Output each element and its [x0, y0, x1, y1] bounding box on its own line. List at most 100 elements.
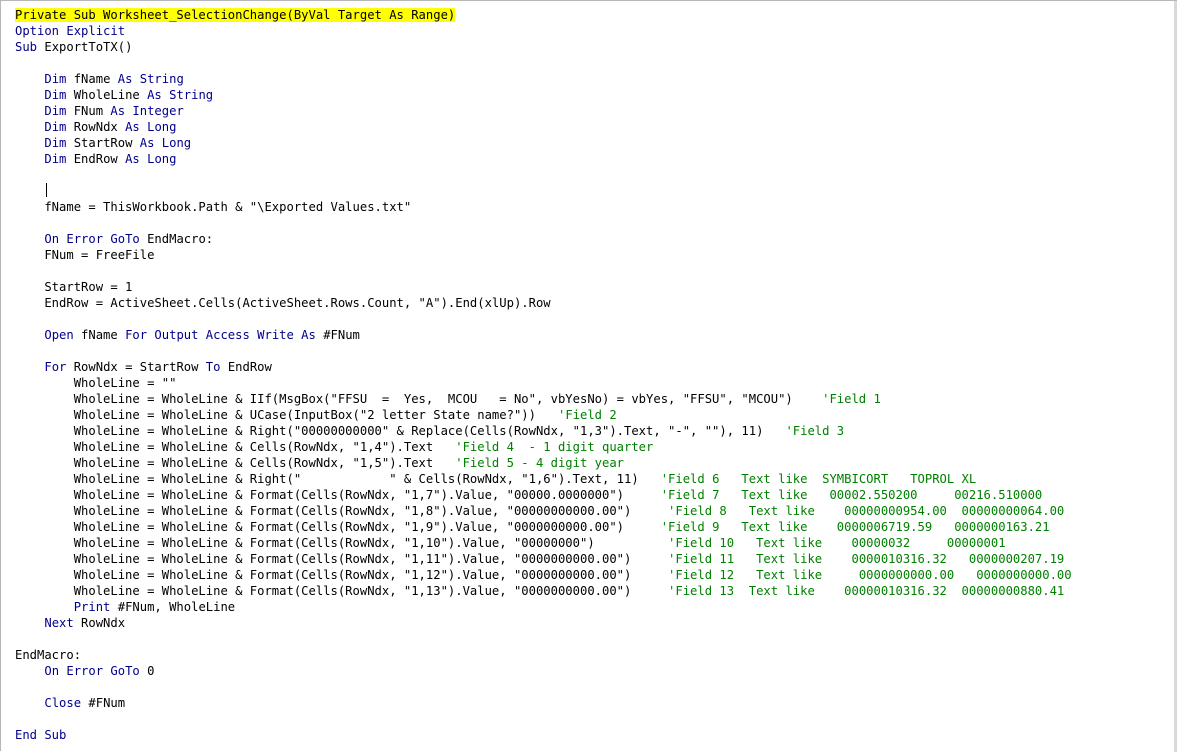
code-token: WholeLine = WholeLine & IIf(MsgBox("FFSU…: [15, 392, 823, 406]
code-keyword: Dim: [44, 136, 74, 150]
code-token: EndRow = ActiveSheet.Cells(ActiveSheet.R…: [15, 296, 551, 310]
code-line[interactable]: [15, 167, 1171, 183]
code-line[interactable]: [15, 311, 1171, 327]
code-line[interactable]: WholeLine = WholeLine & Format(Cells(Row…: [15, 551, 1171, 567]
code-line[interactable]: WholeLine = WholeLine & Right("000000000…: [15, 423, 1171, 439]
code-line[interactable]: [15, 343, 1171, 359]
code-line[interactable]: Sub ExportToTX(): [15, 39, 1171, 55]
code-token: FNum = FreeFile: [15, 248, 155, 262]
code-keyword: As Long: [125, 152, 177, 166]
code-keyword: Open: [44, 328, 82, 342]
code-token: StartRow: [73, 136, 140, 150]
code-line[interactable]: Print #FNum, WholeLine: [15, 599, 1171, 615]
code-token: WholeLine = WholeLine & Format(Cells(Row…: [15, 584, 669, 598]
code-line[interactable]: WholeLine = WholeLine & Cells(RowNdx, "1…: [15, 439, 1171, 455]
code-keyword: As Integer: [110, 104, 184, 118]
code-line[interactable]: Open fName For Output Access Write As #F…: [15, 327, 1171, 343]
code-comment: 'Field 4 - 1 digit quarter: [455, 440, 654, 454]
code-line[interactable]: [15, 183, 1171, 199]
code-line[interactable]: WholeLine = WholeLine & Format(Cells(Row…: [15, 583, 1171, 599]
code-line[interactable]: Dim StartRow As Long: [15, 135, 1171, 151]
code-keyword: Dim: [44, 104, 74, 118]
code-comment: 'Field 2: [557, 408, 617, 422]
code-token: #FNum: [323, 328, 360, 342]
code-text-area[interactable]: Private Sub Worksheet_SelectionChange(By…: [15, 7, 1171, 743]
code-line[interactable]: On Error GoTo EndMacro:: [15, 231, 1171, 247]
code-token: WholeLine = WholeLine & Format(Cells(Row…: [15, 536, 669, 550]
code-token: WholeLine = WholeLine & UCase(InputBox("…: [15, 408, 558, 422]
code-keyword: Dim: [44, 120, 74, 134]
code-token: WholeLine = WholeLine & Format(Cells(Row…: [15, 568, 669, 582]
code-line[interactable]: On Error GoTo 0: [15, 663, 1171, 679]
code-keyword: On Error GoTo: [44, 232, 148, 246]
code-comment: 'Field 6 Text like SYMBICORT TOPROL XL: [660, 472, 977, 486]
code-line[interactable]: WholeLine = WholeLine & Format(Cells(Row…: [15, 567, 1171, 583]
code-keyword: Dim: [44, 88, 74, 102]
code-line[interactable]: [15, 631, 1171, 647]
code-line[interactable]: WholeLine = WholeLine & IIf(MsgBox("FFSU…: [15, 391, 1171, 407]
code-line[interactable]: FNum = FreeFile: [15, 247, 1171, 263]
code-line[interactable]: Private Sub Worksheet_SelectionChange(By…: [15, 7, 1171, 23]
code-comment: 'Field 5 - 4 digit year: [455, 456, 625, 470]
code-keyword: Option Explicit: [15, 24, 126, 38]
code-line[interactable]: WholeLine = WholeLine & Cells(RowNdx, "1…: [15, 455, 1171, 471]
code-keyword: Print: [73, 600, 118, 614]
code-line[interactable]: Dim RowNdx As Long: [15, 119, 1171, 135]
code-line[interactable]: EndRow = ActiveSheet.Cells(ActiveSheet.R…: [15, 295, 1171, 311]
code-line[interactable]: WholeLine = WholeLine & UCase(InputBox("…: [15, 407, 1171, 423]
code-editor[interactable]: Private Sub Worksheet_SelectionChange(By…: [0, 0, 1177, 752]
code-token: WholeLine = WholeLine & Format(Cells(Row…: [15, 504, 669, 518]
code-line[interactable]: WholeLine = WholeLine & Format(Cells(Row…: [15, 503, 1171, 519]
code-line[interactable]: WholeLine = "": [15, 375, 1171, 391]
code-line[interactable]: For RowNdx = StartRow To EndRow: [15, 359, 1171, 375]
code-comment: 'Field 13 Text like 00000010316.32 00000…: [668, 584, 1065, 598]
code-line[interactable]: EndMacro:: [15, 647, 1171, 663]
code-line[interactable]: [15, 711, 1171, 727]
code-token: WholeLine = WholeLine & Cells(RowNdx, "1…: [15, 456, 456, 470]
code-line[interactable]: WholeLine = WholeLine & Format(Cells(Row…: [15, 519, 1171, 535]
code-line[interactable]: Dim WholeLine As String: [15, 87, 1171, 103]
code-keyword: Dim: [44, 72, 74, 86]
code-line[interactable]: WholeLine = WholeLine & Format(Cells(Row…: [15, 487, 1171, 503]
code-line[interactable]: WholeLine = WholeLine & Right(" " & Cell…: [15, 471, 1171, 487]
code-line[interactable]: Close #FNum: [15, 695, 1171, 711]
code-comment: 'Field 1: [822, 392, 881, 406]
code-line[interactable]: [15, 263, 1171, 279]
code-line[interactable]: StartRow = 1: [15, 279, 1171, 295]
code-token: 0: [147, 664, 155, 678]
code-token: WholeLine = WholeLine & Format(Cells(Row…: [15, 552, 669, 566]
code-line[interactable]: WholeLine = WholeLine & Format(Cells(Row…: [15, 535, 1171, 551]
code-keyword: Dim: [44, 152, 74, 166]
code-token: RowNdx = StartRow: [73, 360, 206, 374]
code-comment: 'Field 3: [785, 424, 845, 438]
code-line[interactable]: Dim fName As String: [15, 71, 1171, 87]
code-token: WholeLine = WholeLine & Right(" " & Cell…: [15, 472, 661, 486]
code-line[interactable]: Option Explicit: [15, 23, 1171, 39]
code-line[interactable]: [15, 55, 1171, 71]
code-token: EndMacro:: [147, 232, 214, 246]
code-line[interactable]: Dim FNum As Integer: [15, 103, 1171, 119]
code-keyword: As String: [117, 72, 184, 86]
code-token: ExportToTX(): [44, 40, 133, 54]
code-comment: 'Field 12 Text like 0000000000.00 000000…: [668, 568, 1072, 582]
code-comment: 'Field 9 Text like 0000006719.59 0000000…: [660, 520, 1050, 534]
code-comment: 'Field 8 Text like 00000000954.00 000000…: [668, 504, 1065, 518]
code-line[interactable]: End Sub: [15, 727, 1171, 743]
code-keyword: On Error GoTo: [44, 664, 148, 678]
code-line[interactable]: Dim EndRow As Long: [15, 151, 1171, 167]
code-line[interactable]: Next RowNdx: [15, 615, 1171, 631]
code-token: FNum: [73, 104, 111, 118]
code-line[interactable]: fName = ThisWorkbook.Path & "\Exported V…: [15, 199, 1171, 215]
code-keyword: To: [205, 360, 228, 374]
code-line[interactable]: [15, 679, 1171, 695]
code-line[interactable]: [15, 215, 1171, 231]
code-keyword: Next: [44, 616, 82, 630]
